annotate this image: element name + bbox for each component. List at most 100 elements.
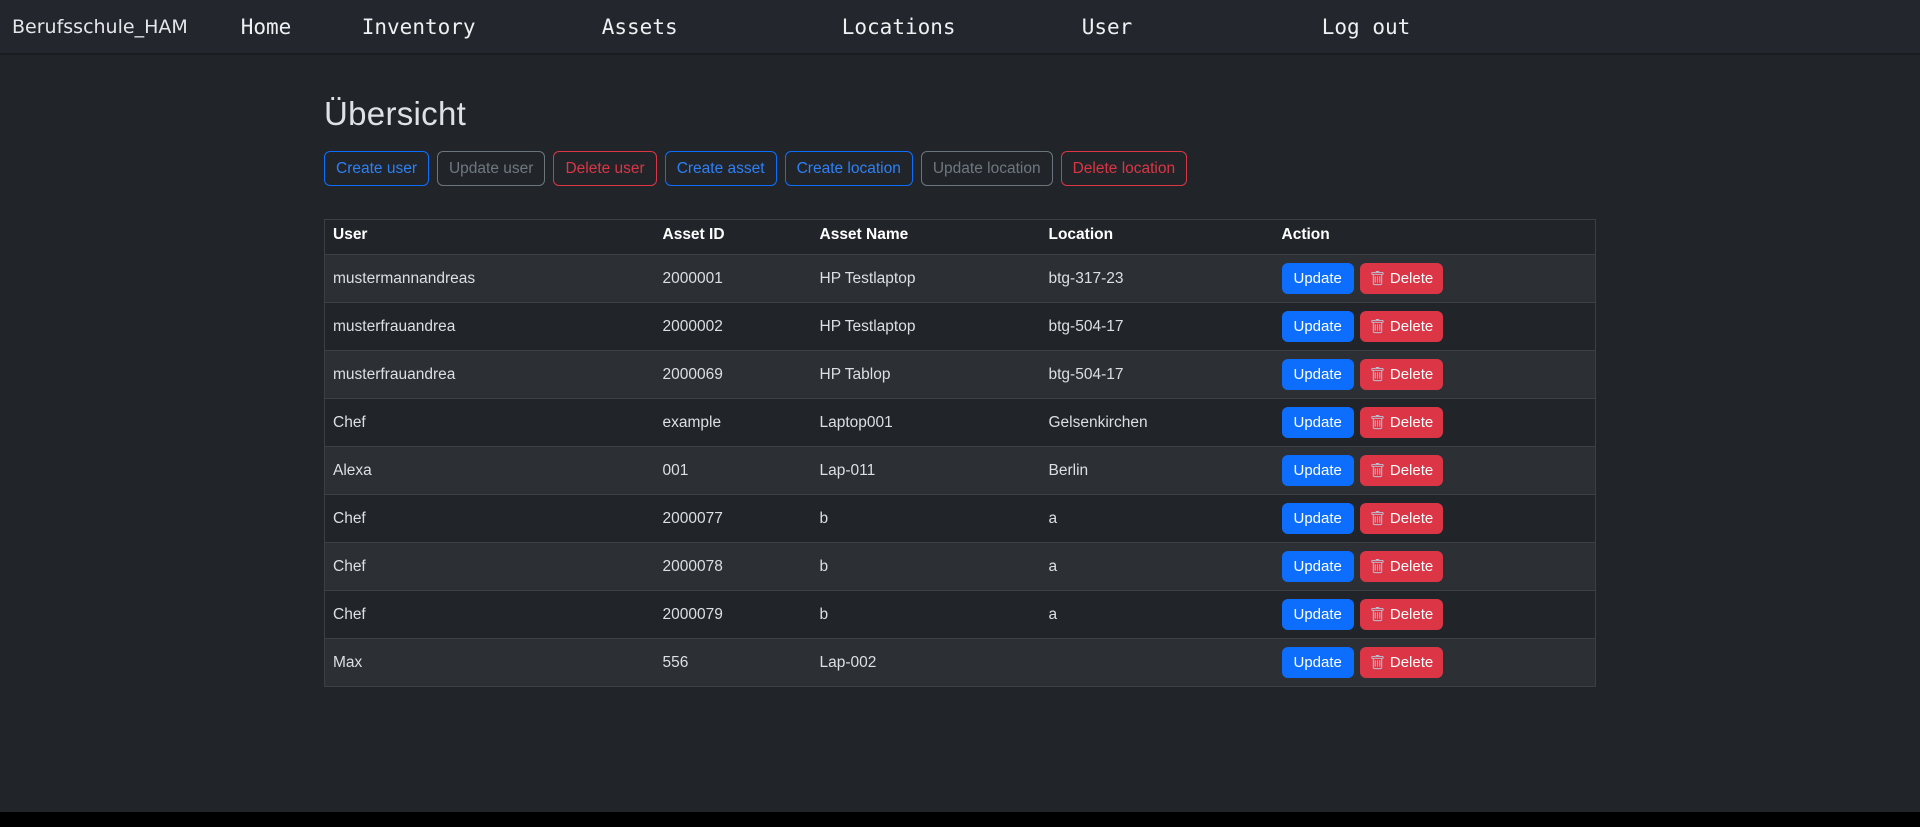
cell-asset-id: 556 [655,639,812,687]
update-button[interactable]: Update [1282,599,1354,630]
cell-location: btg-504-17 [1041,303,1274,351]
create-location-button[interactable]: Create location [785,151,913,186]
cell-action: UpdateDelete [1274,591,1596,639]
cell-user: Max [325,639,655,687]
table-header: UserAsset IDAsset NameLocationAction [325,220,1596,255]
main-container: Übersicht Create userUpdate userDelete u… [324,95,1596,687]
delete-button[interactable]: Delete [1360,263,1443,294]
delete-button[interactable]: Delete [1360,503,1443,534]
delete-button[interactable]: Delete [1360,407,1443,438]
cell-asset-id: 2000002 [655,303,812,351]
top-navbar: Berufsschule_HAM HomeInventoryAssetsLoca… [0,0,1920,55]
trash-icon [1370,655,1385,670]
delete-button[interactable]: Delete [1360,455,1443,486]
update-button[interactable]: Update [1282,263,1354,294]
table-row: Chef2000079baUpdateDelete [325,591,1596,639]
delete-location-button[interactable]: Delete location [1061,151,1188,186]
create-user-button[interactable]: Create user [324,151,429,186]
cell-asset-id: 2000079 [655,591,812,639]
update-user-button[interactable]: Update user [437,151,545,186]
cell-asset-name: b [812,543,1041,591]
trash-icon [1370,271,1385,286]
table-row: mustermannandreas2000001HP Testlaptopbtg… [325,255,1596,303]
update-button[interactable]: Update [1282,407,1354,438]
cell-asset-name: Lap-011 [812,447,1041,495]
cell-user: Chef [325,399,655,447]
nav-item-user[interactable]: User [1082,15,1322,39]
create-asset-button[interactable]: Create asset [665,151,777,186]
app-background: Berufsschule_HAM HomeInventoryAssetsLoca… [0,0,1920,812]
action-toolbar: Create userUpdate userDelete user Create … [324,151,1596,186]
delete-button-label: Delete [1390,651,1433,674]
cell-asset-id: example [655,399,812,447]
cell-asset-id: 2000077 [655,495,812,543]
delete-button-label: Delete [1390,411,1433,434]
cell-user: musterfrauandrea [325,351,655,399]
cell-asset-name: HP Testlaptop [812,255,1041,303]
delete-user-button[interactable]: Delete user [553,151,656,186]
column-header-user: User [325,220,655,255]
delete-button[interactable]: Delete [1360,311,1443,342]
table-header-row: UserAsset IDAsset NameLocationAction [325,220,1596,255]
nav-item-inventory[interactable]: Inventory [362,15,602,39]
trash-icon [1370,463,1385,478]
cell-user: Chef [325,495,655,543]
cell-asset-id: 2000078 [655,543,812,591]
table-row: musterfrauandrea2000002HP Testlaptopbtg-… [325,303,1596,351]
cell-user: mustermannandreas [325,255,655,303]
table-row: Alexa001Lap-011BerlinUpdateDelete [325,447,1596,495]
cell-user: Alexa [325,447,655,495]
delete-button[interactable]: Delete [1360,359,1443,390]
update-button[interactable]: Update [1282,359,1354,390]
column-header-action: Action [1274,220,1596,255]
cell-location [1041,639,1274,687]
update-button[interactable]: Update [1282,455,1354,486]
cell-asset-name: HP Testlaptop [812,303,1041,351]
table-row: Chef2000077baUpdateDelete [325,495,1596,543]
update-button[interactable]: Update [1282,311,1354,342]
trash-icon [1370,607,1385,622]
trash-icon [1370,559,1385,574]
navbar-brand[interactable]: Berufsschule_HAM [12,16,188,38]
update-button[interactable]: Update [1282,503,1354,534]
delete-button-label: Delete [1390,315,1433,338]
cell-location: btg-504-17 [1041,351,1274,399]
trash-icon [1370,511,1385,526]
cell-asset-name: HP Tablop [812,351,1041,399]
column-header-location: Location [1041,220,1274,255]
delete-button-label: Delete [1390,507,1433,530]
assets-table: UserAsset IDAsset NameLocationAction mus… [324,219,1596,687]
nav-item-locations[interactable]: Locations [842,15,1082,39]
nav-item-assets[interactable]: Assets [602,15,842,39]
delete-button[interactable]: Delete [1360,551,1443,582]
cell-location: Gelsenkirchen [1041,399,1274,447]
cell-asset-name: b [812,495,1041,543]
update-button[interactable]: Update [1282,647,1354,678]
cell-action: Update Delete [1274,495,1596,543]
nav-item-log-out[interactable]: Log out [1322,15,1411,39]
nav-item-home[interactable]: Home [241,15,362,39]
column-header-asset-id: Asset ID [655,220,812,255]
cell-action: UpdateDelete [1274,447,1596,495]
cell-action: Update Delete [1274,351,1596,399]
table-row: Chef2000078ba Update Delete [325,543,1596,591]
cell-location: Berlin [1041,447,1274,495]
update-location-button[interactable]: Update location [921,151,1053,186]
table-row: Max556Lap-002UpdateDelete [325,639,1596,687]
trash-icon [1370,415,1385,430]
delete-button[interactable]: Delete [1360,647,1443,678]
cell-action: Update Delete [1274,399,1596,447]
table-row: musterfrauandrea2000069HP Tablopbtg-504-… [325,351,1596,399]
cell-asset-name: b [812,591,1041,639]
delete-button-label: Delete [1390,363,1433,386]
cell-user: Chef [325,543,655,591]
delete-button-label: Delete [1390,267,1433,290]
cell-user: Chef [325,591,655,639]
cell-location: a [1041,591,1274,639]
cell-location: a [1041,543,1274,591]
delete-button-label: Delete [1390,555,1433,578]
update-button[interactable]: Update [1282,551,1354,582]
cell-asset-id: 2000069 [655,351,812,399]
delete-button[interactable]: Delete [1360,599,1443,630]
trash-icon [1370,367,1385,382]
